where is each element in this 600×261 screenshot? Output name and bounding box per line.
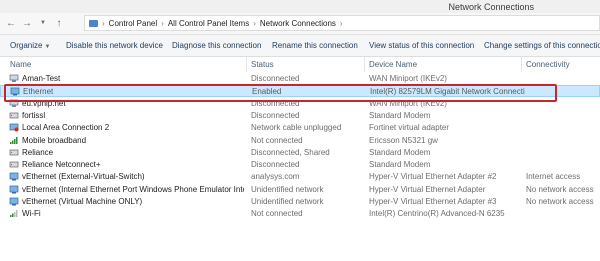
change-settings-button[interactable]: Change settings of this connection [484, 41, 600, 50]
column-header-connectivity[interactable]: Connectivity [526, 60, 570, 69]
connection-row[interactable]: Mobile broadband Not connected Ericsson N5… [0, 135, 600, 147]
title-bar: Network Connections [0, 0, 600, 13]
connection-row[interactable]: fortissl Disconnected Standard Modem [0, 110, 600, 122]
ethernet-icon [10, 87, 20, 96]
recent-locations-chevron-icon[interactable]: ▼ [36, 16, 50, 30]
connection-connectivity: No network access [526, 197, 594, 206]
ethernet-disconnected-icon [9, 123, 19, 132]
connection-device-name: Hyper-V Virtual Ethernet Adapter #2 [369, 172, 497, 182]
connection-status: Network cable unplugged [251, 123, 342, 133]
vpn-icon [9, 99, 19, 108]
column-header-device[interactable]: Device Name [369, 60, 417, 69]
control-panel-icon [89, 19, 98, 27]
connection-row[interactable]: eu.vpnip.net Disconnected WAN Miniport (IK… [0, 98, 600, 110]
connection-name: vEthernet (Virtual Machine ONLY) [22, 197, 143, 206]
modem-icon [9, 111, 19, 120]
organize-button[interactable]: Organize ▼ [10, 41, 50, 50]
connection-status: Disconnected [251, 98, 300, 108]
connection-device-name: Standard Modem [369, 110, 431, 120]
connection-status: Unidentified network [251, 197, 324, 206]
connection-device-name: Hyper-V Virtual Ethernet Adapter [369, 184, 486, 194]
connection-name: eu.vpnip.net [22, 98, 66, 108]
connection-row[interactable]: Wi-Fi Not connected Intel(R) Centrino(R) A… [0, 208, 600, 220]
connection-status: Not connected [251, 135, 303, 145]
connection-status: Unidentified network [251, 184, 324, 194]
diagnose-button[interactable]: Diagnose this connection [172, 41, 261, 50]
connection-status: Disconnected [251, 160, 300, 170]
connection-row[interactable]: Ethernet Enabled Intel(R) 82579LM Gigabit … [0, 85, 600, 98]
view-status-button[interactable]: View status of this connection [369, 41, 474, 50]
ethernet-icon [9, 197, 19, 206]
organize-label: Organize [10, 41, 43, 50]
connection-device-name: Hyper-V Virtual Ethernet Adapter #3 [369, 197, 497, 206]
breadcrumb-chevron-icon[interactable]: › [161, 19, 164, 28]
connection-device-name: Fortinet virtual adapter [369, 123, 450, 133]
vpn-icon [9, 74, 19, 83]
disable-device-button[interactable]: Disable this network device [66, 41, 163, 50]
command-bar: Organize ▼ Disable this network device Di… [0, 35, 600, 57]
connection-name: Wi-Fi [22, 209, 41, 219]
connection-device-name: Intel(R) 82579LM Gigabit Network Connect… [370, 87, 525, 97]
connection-name: vEthernet (External-Virtual-Switch) [22, 172, 145, 182]
connection-device-name: Intel(R) Centrino(R) Advanced-N 6235 [369, 209, 505, 219]
chevron-down-icon: ▼ [44, 44, 51, 50]
column-divider[interactable] [364, 57, 365, 72]
column-divider[interactable] [521, 57, 522, 72]
connection-name: Aman-Test [22, 74, 61, 83]
column-divider[interactable] [246, 57, 247, 72]
breadcrumb-chevron-icon[interactable]: › [102, 19, 105, 28]
back-arrow-icon[interactable]: ← [4, 16, 18, 30]
connection-device-name: WAN Miniport (IKEv2) [369, 74, 447, 83]
connection-name: vEthernet (Internal Ethernet Port Window… [22, 184, 244, 194]
connection-name: Local Area Connection 2 [22, 123, 110, 133]
breadcrumb-network-connections[interactable]: Network Connections [260, 19, 336, 28]
connection-row[interactable]: vEthernet (Internal Ethernet Port Window… [0, 184, 600, 196]
connection-device-name: Ericsson N5321 gw [369, 135, 438, 145]
breadcrumb-all-items[interactable]: All Control Panel Items [168, 19, 249, 28]
connection-name: fortissl [22, 110, 46, 120]
connection-name: Reliance [22, 147, 54, 157]
rename-button[interactable]: Rename this connection [272, 41, 358, 50]
connection-status: Disconnected, Shared [251, 147, 330, 157]
column-header-status[interactable]: Status [251, 60, 274, 69]
connection-connectivity: No network access [526, 184, 594, 194]
modem-icon [9, 160, 19, 169]
connection-status: Disconnected [251, 110, 300, 120]
modem-icon [9, 148, 19, 157]
column-header-name[interactable]: Name [10, 60, 31, 69]
connection-row[interactable]: Reliance Disconnected, Shared Standard Mod… [0, 147, 600, 159]
connection-row[interactable]: vEthernet (Virtual Machine ONLY) Unidenti… [0, 196, 600, 208]
connection-row[interactable]: Aman-Test Disconnected WAN Miniport (IKEv2… [0, 73, 600, 85]
connection-name: Mobile broadband [22, 135, 87, 145]
address-bar: ← → ▼ ↑ › Control Panel › All Control Pa… [0, 13, 600, 35]
forward-arrow-icon[interactable]: → [20, 16, 34, 30]
connection-name: Ethernet [23, 87, 54, 97]
up-arrow-icon[interactable]: ↑ [52, 16, 66, 30]
connection-status: analysys.com [251, 172, 300, 182]
breadcrumb[interactable]: › Control Panel › All Control Panel Item… [84, 15, 600, 31]
connection-name: Reliance Netconnect+ [22, 160, 101, 170]
connection-row[interactable]: Local Area Connection 2 Network cable unp… [0, 122, 600, 134]
wifi-signal-icon [9, 209, 19, 218]
window-title: Network Connections [448, 2, 534, 12]
connection-status: Disconnected [251, 74, 300, 83]
breadcrumb-chevron-icon[interactable]: › [340, 19, 343, 28]
connection-device-name: Standard Modem [369, 160, 431, 170]
breadcrumb-chevron-icon[interactable]: › [253, 19, 256, 28]
connection-row[interactable]: Reliance Netconnect+ Disconnected Standard… [0, 159, 600, 171]
connection-device-name: WAN Miniport (IKEv2) [369, 98, 447, 108]
connection-connectivity: Internet access [526, 172, 581, 182]
column-headers: Name Status Device Name Connectivity [0, 57, 600, 72]
connection-status: Enabled [252, 87, 282, 97]
breadcrumb-control-panel[interactable]: Control Panel [109, 19, 157, 28]
connection-status: Not connected [251, 209, 303, 219]
connection-row[interactable]: vEthernet (External-Virtual-Switch) analy… [0, 171, 600, 183]
signal-bars-icon [9, 136, 19, 145]
ethernet-icon [9, 172, 19, 181]
ethernet-icon [9, 185, 19, 194]
connection-device-name: Standard Modem [369, 147, 431, 157]
